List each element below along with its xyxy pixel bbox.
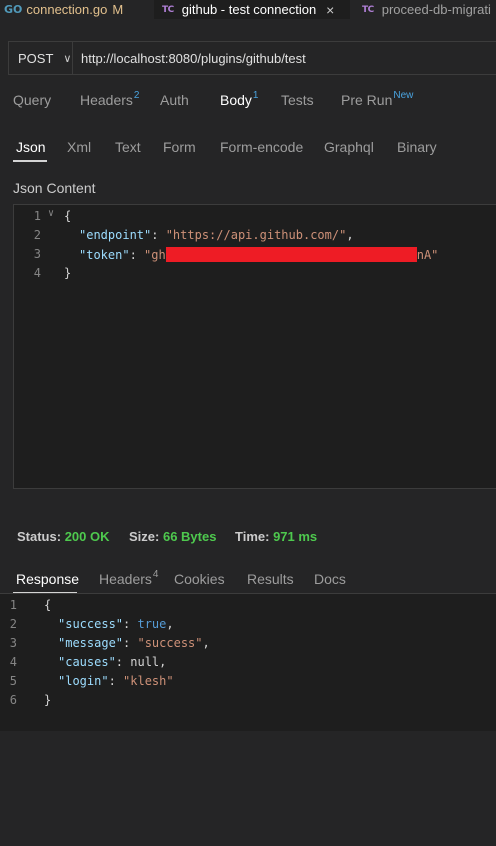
- line-number: 3: [33, 247, 41, 261]
- json-value-prefix: "gh: [144, 248, 166, 262]
- tab-body[interactable]: Body1: [220, 90, 259, 108]
- json-close-brace: }: [64, 266, 72, 280]
- tab-pre-run-label: Pre Run: [341, 92, 393, 108]
- json-key: "token": [79, 248, 130, 262]
- status-value: 200 OK: [64, 529, 110, 544]
- time-label: Time:: [235, 529, 270, 544]
- line-number: 5: [9, 674, 17, 688]
- json-value: true: [137, 617, 167, 631]
- line-number: 4: [9, 655, 17, 669]
- line-number: 3: [9, 636, 17, 650]
- response-line-success: "success": true,: [58, 617, 174, 631]
- json-key: "causes": [58, 655, 116, 669]
- line-number: 6: [9, 693, 17, 707]
- headers-count-badge: 2: [133, 90, 140, 101]
- line-number: 1: [33, 209, 41, 223]
- editor-tab-connection-go[interactable]: GO connection.go M: [0, 0, 156, 19]
- thunder-client-icon: TC: [162, 4, 174, 15]
- response-tab-results[interactable]: Results: [247, 571, 294, 587]
- json-value: "https://api.github.com/": [165, 228, 347, 242]
- response-line-login: "login": "klesh": [58, 674, 174, 688]
- fold-chevron-icon[interactable]: ∨: [48, 208, 54, 219]
- active-tab-underline: [13, 160, 47, 162]
- response-close-brace: }: [44, 693, 52, 707]
- body-tab-form-encode[interactable]: Form-encode: [220, 139, 303, 155]
- status-label: Status:: [17, 529, 62, 544]
- line-number: 1: [9, 598, 17, 612]
- json-key: "endpoint": [79, 228, 152, 242]
- json-value: "success": [137, 636, 203, 650]
- json-key: "login": [58, 674, 109, 688]
- chevron-down-icon: ∨: [63, 52, 72, 65]
- request-bar: POST ∨ http://localhost:8080/plugins/git…: [8, 41, 496, 75]
- json-key: "success": [58, 617, 124, 631]
- method-select[interactable]: POST ∨: [9, 42, 73, 74]
- json-value: null: [130, 655, 160, 669]
- tab-auth[interactable]: Auth: [160, 92, 189, 108]
- editor-tab-label: connection.go: [26, 2, 108, 17]
- response-tab-headers-label: Headers: [99, 571, 152, 587]
- json-value: "klesh": [123, 674, 174, 688]
- response-headers-count: 4: [152, 569, 159, 580]
- body-tab-binary[interactable]: Binary: [397, 139, 437, 155]
- new-badge: New: [393, 90, 414, 101]
- editor-tab-bar: GO connection.go M TC github - test conn…: [0, 0, 496, 19]
- redaction-block: [165, 247, 417, 262]
- modified-badge: M: [112, 2, 124, 17]
- editor-tab-proceed-db-migration[interactable]: TC proceed-db-migrati: [356, 0, 496, 19]
- json-open-brace: {: [64, 209, 72, 223]
- body-count-badge: 1: [252, 90, 259, 101]
- response-tab-response[interactable]: Response: [16, 571, 79, 587]
- response-tab-docs[interactable]: Docs: [314, 571, 346, 587]
- tab-pre-run[interactable]: Pre RunNew: [341, 90, 414, 108]
- json-line-endpoint: "endpoint": "https://api.github.com/",: [79, 228, 354, 242]
- response-line-message: "message": "success",: [58, 636, 210, 650]
- status-info: Status: 200 OK: [17, 529, 110, 544]
- response-tab-headers[interactable]: Headers4: [99, 569, 159, 587]
- body-tab-graphql[interactable]: Graphql: [324, 139, 374, 155]
- response-viewer[interactable]: 1 { 2 "success": true, 3 "message": "suc…: [0, 594, 496, 731]
- line-number: 2: [33, 228, 41, 242]
- thunder-client-icon: TC: [362, 4, 374, 15]
- json-editor[interactable]: 1 ∨ { 2 "endpoint": "https://api.github.…: [13, 204, 496, 489]
- editor-tab-github-test-connection[interactable]: TC github - test connection ×: [154, 0, 350, 19]
- size-value: 66 Bytes: [162, 529, 217, 544]
- json-line-token: "token": "gh nA": [79, 247, 439, 262]
- close-icon[interactable]: ×: [326, 2, 334, 18]
- size-info: Size: 66 Bytes: [129, 529, 216, 544]
- url-input[interactable]: http://localhost:8080/plugins/github/tes…: [81, 51, 306, 66]
- time-info: Time: 971 ms: [235, 529, 317, 544]
- tab-body-label: Body: [220, 92, 252, 108]
- response-open-brace: {: [44, 598, 52, 612]
- response-line-causes: "causes": null,: [58, 655, 167, 669]
- go-file-icon: GO: [4, 3, 23, 16]
- json-value-suffix: nA": [416, 248, 439, 262]
- line-number: 2: [9, 617, 17, 631]
- tab-headers[interactable]: Headers2: [80, 90, 140, 108]
- tab-tests[interactable]: Tests: [281, 92, 314, 108]
- time-value: 971 ms: [273, 529, 318, 544]
- size-label: Size:: [129, 529, 160, 544]
- editor-tab-label: github - test connection: [181, 2, 317, 17]
- method-value: POST: [18, 50, 54, 66]
- tab-headers-label: Headers: [80, 92, 133, 108]
- json-content-label: Json Content: [13, 180, 96, 196]
- body-tab-xml[interactable]: Xml: [67, 139, 91, 155]
- body-tab-json[interactable]: Json: [16, 139, 46, 155]
- body-tab-text[interactable]: Text: [115, 139, 141, 155]
- response-tab-cookies[interactable]: Cookies: [174, 571, 225, 587]
- line-number: 4: [33, 266, 41, 280]
- tab-query[interactable]: Query: [13, 92, 51, 108]
- editor-tab-label: proceed-db-migrati: [381, 2, 491, 17]
- body-tab-form[interactable]: Form: [163, 139, 196, 155]
- json-key: "message": [58, 636, 124, 650]
